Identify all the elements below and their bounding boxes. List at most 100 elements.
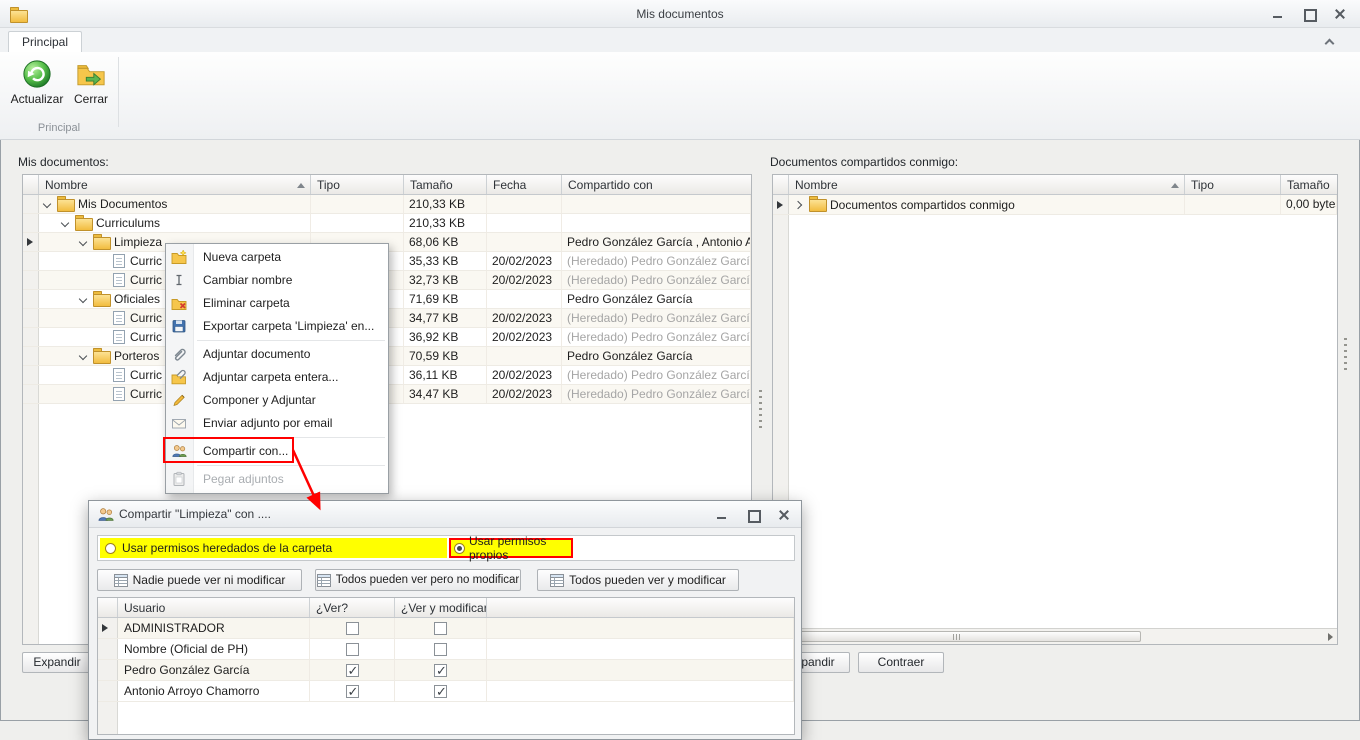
column-header-nombre[interactable]: Nombre: [39, 175, 311, 194]
cell-ver: [310, 681, 395, 701]
radio-icon[interactable]: [105, 543, 116, 554]
cell-compartido: (Heredado) Pedro González García: [562, 385, 751, 403]
scroll-right-icon[interactable]: [1328, 633, 1333, 641]
email-icon: [171, 415, 188, 432]
cell-fecha: 20/02/2023: [487, 385, 562, 403]
menu-item-exportar-carpeta[interactable]: Exportar carpeta 'Limpieza' en...: [166, 315, 388, 338]
annotation-highlight-compartir: [163, 437, 294, 463]
maximize-icon[interactable]: [1299, 6, 1319, 22]
grid-header: Usuario ¿Ver? ¿Ver y modificar?: [98, 598, 794, 618]
expand-chevron-icon[interactable]: [795, 200, 804, 209]
minimize-icon[interactable]: [712, 507, 732, 523]
right-splitter[interactable]: [1344, 338, 1347, 374]
delete-folder-icon: [171, 295, 188, 312]
document-icon: [113, 387, 125, 401]
column-header-compartido[interactable]: Compartido con: [562, 175, 751, 194]
cell-tamano: 71,69 KB: [404, 290, 487, 308]
tree-row[interactable]: Curriculums 210,33 KB: [23, 214, 751, 233]
user-row[interactable]: Antonio Arroyo Chamorro: [98, 681, 794, 702]
checkbox-modificar[interactable]: [434, 685, 447, 698]
collapse-chevron-icon[interactable]: [79, 295, 88, 304]
close-icon[interactable]: [1330, 6, 1350, 22]
column-header-modificar[interactable]: ¿Ver y modificar?: [395, 598, 487, 617]
cell-fecha: [487, 195, 562, 213]
cell-compartido: (Heredado) Pedro González García ,...: [562, 271, 751, 289]
collapse-chevron-icon[interactable]: [61, 219, 70, 228]
cell-tamano: 35,33 KB: [404, 252, 487, 270]
menu-item-adjuntar-carpeta[interactable]: Adjuntar carpeta entera...: [166, 366, 388, 389]
user-row[interactable]: Pedro González García: [98, 660, 794, 681]
menu-item-nueva-carpeta[interactable]: Nueva carpeta: [166, 246, 388, 269]
cell-usuario: Antonio Arroyo Chamorro: [118, 681, 310, 701]
document-icon: [113, 254, 125, 268]
row-indicator: [23, 290, 39, 308]
tree-row-selected[interactable]: Documentos compartidos conmigo 0,00 byte…: [773, 195, 1337, 215]
header-indicator: [773, 175, 789, 194]
horizontal-scrollbar[interactable]: [773, 628, 1337, 644]
cell-fecha: 20/02/2023: [487, 328, 562, 346]
radio-permisos-heredados[interactable]: Usar permisos heredados de la carpeta: [100, 538, 447, 558]
contraer-button-right[interactable]: Contraer: [858, 652, 944, 673]
panel-splitter[interactable]: [759, 390, 762, 432]
cell-filler: [487, 618, 794, 638]
checkbox-modificar[interactable]: [434, 622, 447, 635]
column-header-tipo[interactable]: Tipo: [1185, 175, 1281, 194]
expandir-button-left[interactable]: Expandir: [22, 652, 92, 673]
menu-item-eliminar-carpeta[interactable]: Eliminar carpeta: [166, 292, 388, 315]
cell-modificar: [395, 660, 487, 680]
radio-icon[interactable]: [454, 543, 465, 554]
checkbox-ver[interactable]: [346, 685, 359, 698]
menu-item-cambiar-nombre[interactable]: Cambiar nombre: [166, 269, 388, 292]
user-row[interactable]: ADMINISTRADOR: [98, 618, 794, 639]
actualizar-button[interactable]: Actualizar: [10, 56, 64, 126]
row-indicator: [23, 385, 39, 403]
column-header-nombre[interactable]: Nombre: [789, 175, 1185, 194]
dialog-title: Compartir "Limpieza" con ....: [119, 507, 271, 521]
user-row[interactable]: Nombre (Oficial de PH): [98, 639, 794, 660]
collapse-chevron-icon[interactable]: [43, 200, 52, 209]
column-header-fecha[interactable]: Fecha: [487, 175, 562, 194]
cell-ver: [310, 639, 395, 659]
cell-tipo: [311, 214, 404, 232]
cell-compartido: [562, 214, 751, 232]
ribbon: Actualizar Cerrar Principal: [0, 52, 1360, 140]
restore-icon[interactable]: [743, 507, 763, 523]
checkbox-modificar[interactable]: [434, 664, 447, 677]
radio-permisos-propios-annotated[interactable]: Usar permisos propios: [449, 538, 573, 558]
menu-separator: [197, 340, 385, 341]
menu-item-adjuntar-documento[interactable]: Adjuntar documento: [166, 343, 388, 366]
menu-item-enviar-email[interactable]: Enviar adjunto por email: [166, 412, 388, 435]
cell-tamano: 36,11 KB: [404, 366, 487, 384]
scrollbar-thumb[interactable]: [775, 631, 1141, 642]
column-header-ver[interactable]: ¿Ver?: [310, 598, 395, 617]
cell-usuario: Nombre (Oficial de PH): [118, 639, 310, 659]
titlebar: Mis documentos: [0, 0, 1360, 28]
cerrar-button[interactable]: Cerrar: [64, 56, 118, 126]
collapse-chevron-icon[interactable]: [79, 238, 88, 247]
column-header-tamano[interactable]: Tamaño: [404, 175, 487, 194]
tree-row[interactable]: Mis Documentos 210,33 KB: [23, 195, 751, 214]
checkbox-ver[interactable]: [346, 643, 359, 656]
cell-compartido: (Heredado) Pedro González García: [562, 328, 751, 346]
minimize-icon[interactable]: [1268, 6, 1288, 22]
actualizar-label: Actualizar: [11, 92, 64, 106]
column-header-tamano[interactable]: Tamaño: [1281, 175, 1337, 194]
checkbox-ver[interactable]: [346, 664, 359, 677]
column-header-filler: [487, 598, 794, 617]
cell-tamano: 70,59 KB: [404, 347, 487, 365]
tab-principal[interactable]: Principal: [8, 31, 82, 52]
column-header-usuario[interactable]: Usuario: [118, 598, 310, 617]
ribbon-collapse-icon[interactable]: [1324, 37, 1334, 45]
preset-ver-y-modificar-button[interactable]: Todos pueden ver y modificar: [537, 569, 739, 591]
preset-ver-no-modificar-button[interactable]: Todos pueden ver pero no modificar: [315, 569, 521, 591]
checkbox-modificar[interactable]: [434, 643, 447, 656]
column-header-tipo[interactable]: Tipo: [311, 175, 404, 194]
collapse-chevron-icon[interactable]: [79, 352, 88, 361]
menu-separator: [197, 465, 385, 466]
checkbox-ver[interactable]: [346, 622, 359, 635]
row-indicator: [23, 328, 39, 346]
cell-compartido: (Heredado) Pedro González García: [562, 309, 751, 327]
preset-nadie-button[interactable]: Nadie puede ver ni modificar: [97, 569, 302, 591]
close-icon[interactable]: [774, 507, 794, 523]
menu-item-componer-adjuntar[interactable]: Componer y Adjuntar: [166, 389, 388, 412]
